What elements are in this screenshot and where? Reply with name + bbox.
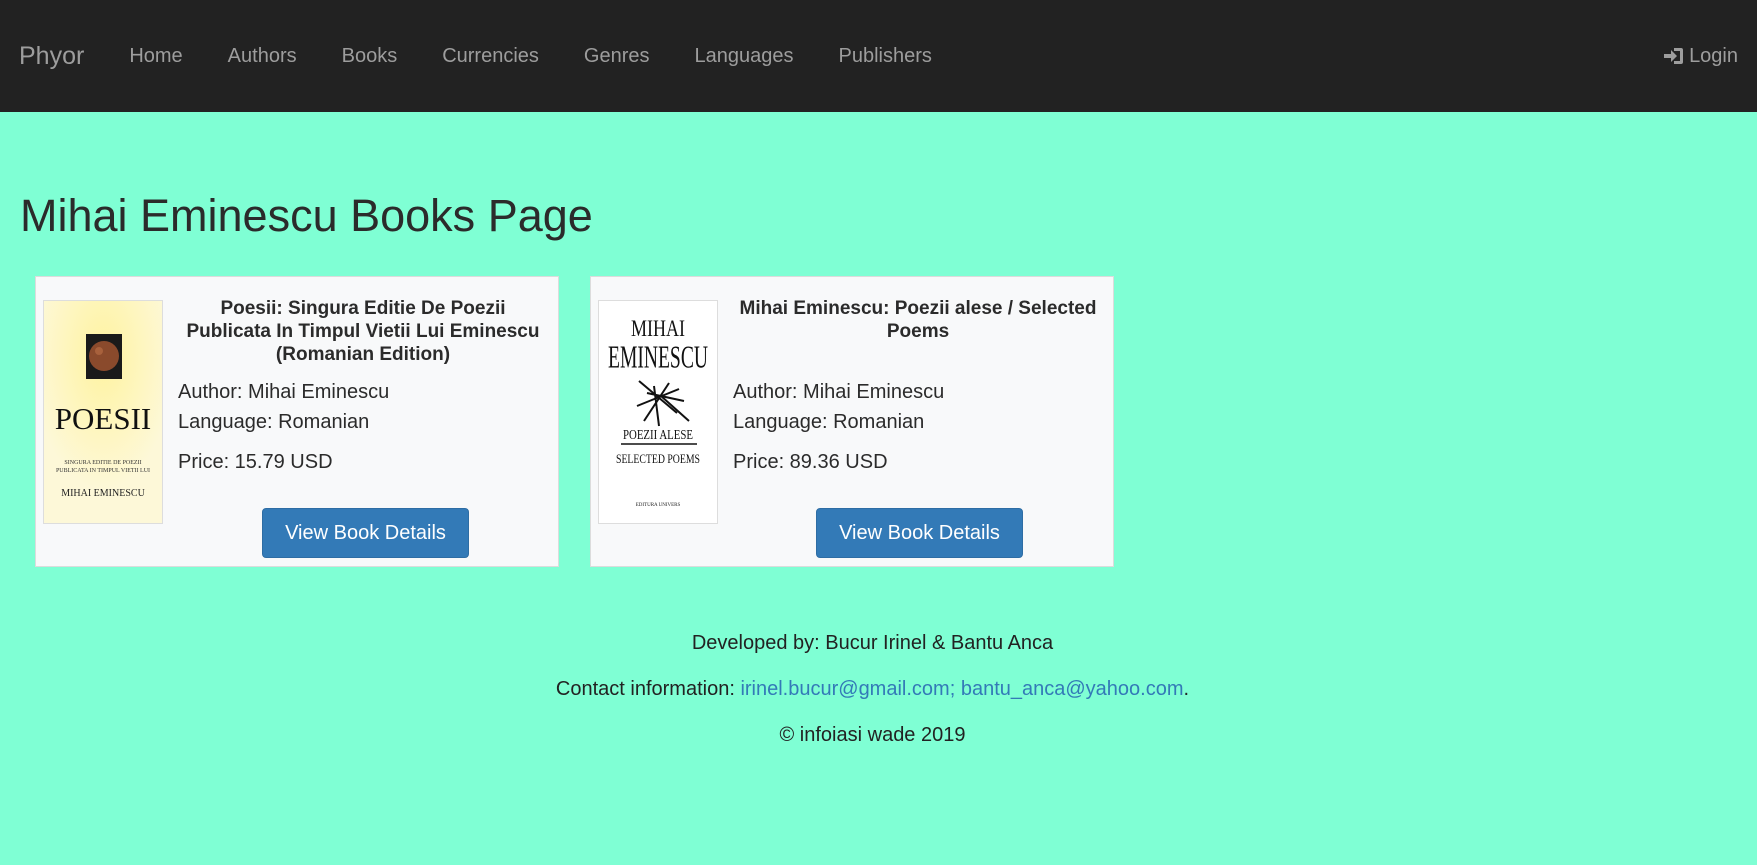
book-language: Language: Romanian: [178, 411, 370, 433]
book-cover-poesii: POESII SINGURA EDITIE DE POEZII PUBLICAT…: [43, 300, 163, 524]
svg-text:POESII: POESII: [55, 401, 151, 436]
nav-link-publishers[interactable]: Publishers: [838, 45, 931, 68]
book-card: POESII SINGURA EDITIE DE POEZII PUBLICAT…: [35, 276, 559, 567]
svg-text:MIHAI EMINESCU: MIHAI EMINESCU: [61, 488, 145, 499]
login-label: Login: [1689, 44, 1738, 67]
svg-text:EDITURA UNIVERS: EDITURA UNIVERS: [636, 503, 681, 508]
svg-text:SINGURA EDITIE DE POEZII: SINGURA EDITIE DE POEZII: [64, 460, 141, 466]
book-cover-image: MIHAI EMINESCU POEZII ALESE SELECTED POE…: [599, 301, 717, 523]
view-book-details-button[interactable]: View Book Details: [262, 508, 469, 558]
book-price: Price: 15.79 USD: [178, 451, 333, 473]
email-link-anca[interactable]: bantu_anca@yahoo.com: [961, 678, 1184, 700]
sign-in-icon: [1664, 48, 1684, 64]
svg-text:SELECTED POEMS: SELECTED POEMS: [616, 451, 700, 466]
svg-text:EMINESCU: EMINESCU: [608, 340, 708, 375]
svg-text:POEZII ALESE: POEZII ALESE: [623, 428, 693, 443]
top-navbar: Phyor Home Authors Books Currencies Genr…: [0, 0, 1757, 112]
contact-label: Contact information:: [555, 678, 741, 700]
book-title: Mihai Eminescu: Poezii alese / Selected …: [739, 298, 1097, 342]
login-link[interactable]: Login: [1663, 45, 1738, 68]
book-price: Price: 89.36 USD: [733, 451, 888, 473]
nav-link-currencies[interactable]: Currencies: [442, 45, 539, 68]
footer: Developed by: Bucur Irinel & Bantu Anca …: [0, 632, 1745, 770]
book-card-body: Mihai Eminescu: Poezii alese / Selected …: [733, 297, 1103, 474]
brand-link[interactable]: Phyor: [19, 42, 84, 71]
view-book-details-button[interactable]: View Book Details: [816, 508, 1023, 558]
book-title: Poesii: Singura Editie De Poezii Publica…: [186, 298, 540, 365]
svg-text:PUBLICATA IN TIMPUL VIETII LUI: PUBLICATA IN TIMPUL VIETII LUI: [56, 468, 150, 474]
contact-end: .: [1183, 678, 1190, 700]
email-link-irinel[interactable]: irinel.bucur@gmail.com;: [740, 678, 955, 700]
book-cover-image: POESII SINGURA EDITIE DE POEZII PUBLICAT…: [44, 301, 162, 523]
page-title: Mihai Eminescu Books Page: [20, 190, 593, 241]
nav-links: Home Authors Books Currencies Genres Lan…: [129, 45, 977, 68]
book-card-body: Poesii: Singura Editie De Poezii Publica…: [178, 297, 548, 474]
svg-text:MIHAI: MIHAI: [631, 315, 685, 342]
developed-by-text: Developed by: Bucur Irinel & Bantu Anca: [691, 632, 1054, 654]
nav-link-home[interactable]: Home: [129, 45, 182, 68]
nav-link-genres[interactable]: Genres: [584, 45, 650, 68]
book-author: Author: Mihai Eminescu: [178, 381, 390, 403]
nav-link-authors[interactable]: Authors: [228, 45, 297, 68]
book-author: Author: Mihai Eminescu: [733, 381, 945, 403]
nav-link-books[interactable]: Books: [342, 45, 398, 68]
book-language: Language: Romanian: [733, 411, 925, 433]
nav-link-languages[interactable]: Languages: [695, 45, 794, 68]
copyright-text: © infoiasi wade 2019: [779, 724, 966, 746]
book-card: MIHAI EMINESCU POEZII ALESE SELECTED POE…: [590, 276, 1114, 567]
book-cover-poezii-alese: MIHAI EMINESCU POEZII ALESE SELECTED POE…: [598, 300, 718, 524]
contact-info: Contact information: irinel.bucur@gmail.…: [0, 678, 1745, 701]
